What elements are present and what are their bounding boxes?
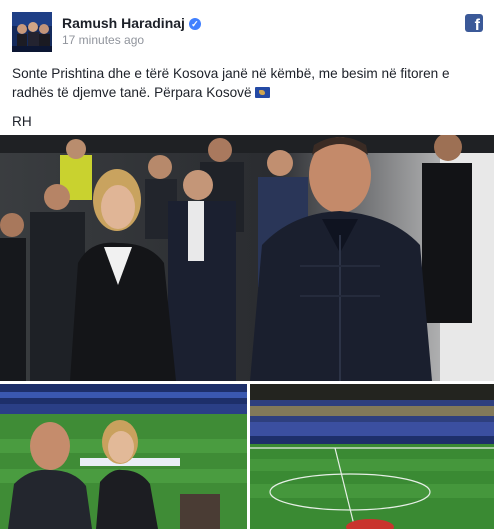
post-signature: RH	[12, 114, 32, 129]
facebook-logo-icon[interactable]: f	[465, 14, 483, 32]
post-message: Sonte Prishtina dhe e tërë Kosova janë n…	[12, 64, 484, 102]
author-name-text[interactable]: Ramush Haradinaj	[62, 15, 185, 31]
post-body: Sonte Prishtina dhe e tërë Kosova janë n…	[12, 64, 484, 141]
post-photo-selfie[interactable]	[0, 384, 247, 529]
kosovo-flag-icon	[254, 87, 270, 98]
author-avatar[interactable]	[12, 12, 52, 52]
verified-badge-icon: ✓	[188, 18, 201, 30]
post-photo-main[interactable]	[0, 135, 494, 381]
post-timestamp[interactable]: 17 minutes ago	[62, 33, 144, 47]
post-photo-stadium[interactable]	[250, 384, 494, 529]
post-message-text: Sonte Prishtina dhe e tërë Kosova janë n…	[12, 66, 450, 100]
post-header: Ramush Haradinaj ✓ 17 minutes ago f	[0, 0, 494, 60]
author-name[interactable]: Ramush Haradinaj ✓	[62, 15, 201, 31]
